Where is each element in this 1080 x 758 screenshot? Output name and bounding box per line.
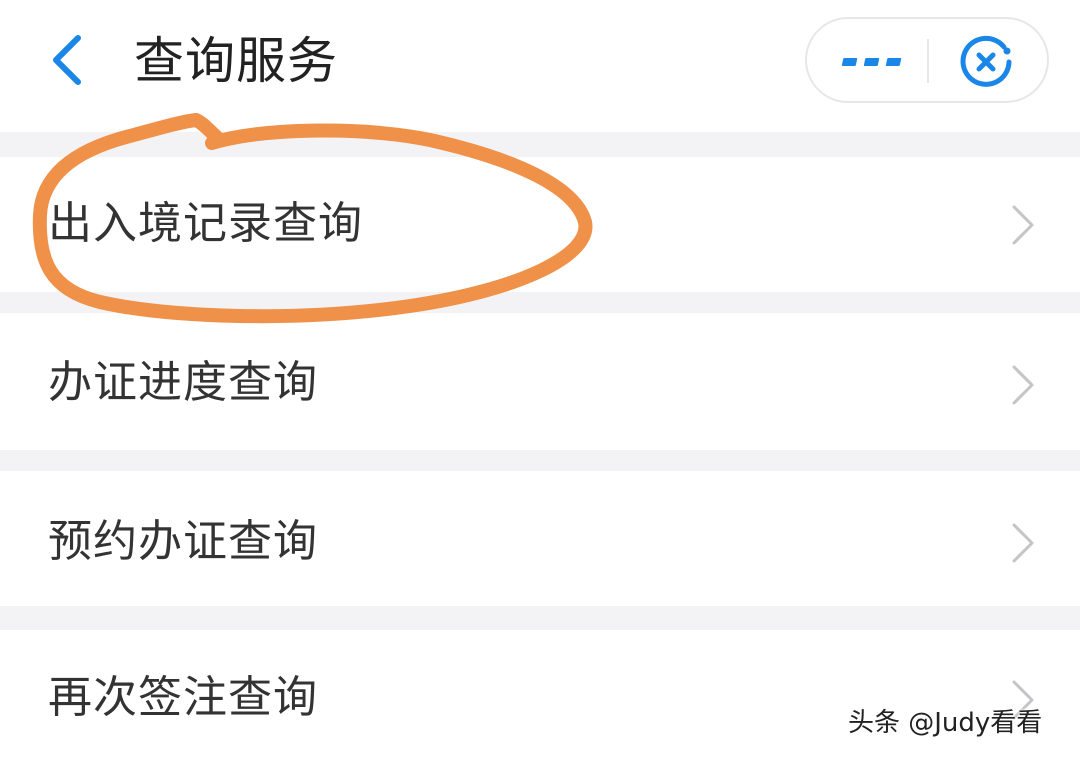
chevron-right-icon [1012, 205, 1034, 245]
chevron-right-icon [1012, 523, 1034, 563]
menu-item-appointment-query[interactable]: 预约办证查询 [0, 471, 1080, 606]
miniprogram-capsule [805, 17, 1049, 103]
back-button[interactable] [40, 28, 100, 92]
more-button[interactable] [839, 41, 905, 81]
watermark: 头条 @Judy看看 [848, 708, 1043, 738]
capsule-divider [927, 39, 929, 83]
menu-item-label: 办证进度查询 [48, 357, 318, 408]
miniprogram-close-icon [960, 35, 1012, 87]
page-title: 查询服务 [134, 32, 338, 90]
top-nav-bar: 查询服务 [0, 0, 1080, 132]
chevron-left-icon [53, 35, 81, 85]
menu-item-entry-exit-records[interactable]: 出入境记录查询 [0, 157, 1080, 292]
menu-item-label: 预约办证查询 [48, 516, 318, 567]
chevron-right-icon [1012, 365, 1034, 405]
more-dots-icon [841, 58, 902, 66]
menu-item-label: 再次签注查询 [48, 672, 318, 723]
menu-item-application-progress[interactable]: 办证进度查询 [0, 313, 1080, 450]
menu-item-label: 出入境记录查询 [48, 198, 363, 249]
close-miniprogram-button[interactable] [957, 33, 1015, 91]
